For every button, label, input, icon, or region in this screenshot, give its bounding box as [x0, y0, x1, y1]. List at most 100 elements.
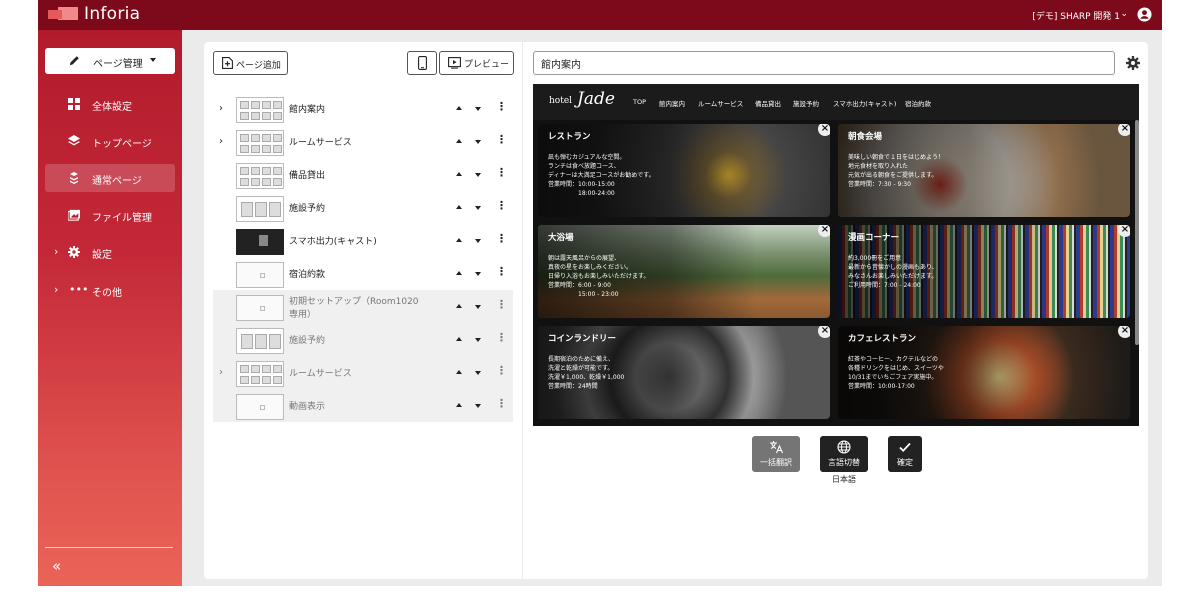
preview-nav-item: TOP	[633, 98, 647, 106]
move-down-icon[interactable]	[475, 338, 481, 342]
page-thumbnail	[236, 130, 284, 156]
more-vertical-icon[interactable]: ⋮	[496, 364, 507, 378]
card-description: 美味しい朝食で１日をはじめよう！ 地元食材を取り入れた 元気が出る朝食をご提供し…	[848, 154, 945, 188]
page-thumbnail	[236, 163, 284, 189]
language-switch-button[interactable]: 言語切替	[820, 436, 868, 472]
sidebar-item-label: 通常ページ	[92, 176, 142, 187]
move-down-icon[interactable]	[475, 371, 481, 375]
move-down-icon[interactable]	[475, 107, 481, 111]
page-name: 初期セットアップ（Room1020 専用）	[289, 297, 419, 320]
more-vertical-icon[interactable]: ⋮	[496, 133, 507, 147]
user-icon[interactable]	[1137, 7, 1152, 22]
move-down-icon[interactable]	[475, 140, 481, 144]
chevron-right-icon: ›	[54, 245, 59, 258]
list-item[interactable]: スマホ出力(キャスト) ⋮	[213, 224, 513, 257]
current-language: 日本語	[832, 475, 856, 484]
move-down-icon[interactable]	[475, 173, 481, 177]
add-page-button[interactable]: ページ追加	[213, 51, 288, 75]
card-description: 朝は露天風呂からの展望、 真夜の星をお楽しみください。 日帰り入浴もお楽しみいた…	[548, 255, 650, 298]
more-vertical-icon[interactable]: ⋮	[496, 331, 507, 345]
more-vertical-icon[interactable]: ⋮	[496, 100, 507, 114]
close-icon[interactable]: ×	[818, 225, 830, 237]
more-vertical-icon[interactable]: ⋮	[496, 199, 507, 213]
move-up-icon[interactable]	[456, 271, 462, 275]
card-description: 約3,000冊をご用意 最新から昔懐かしの漫画もあり、 みなさんお楽しみいただけ…	[848, 255, 938, 289]
preview-nav-item: 宿泊約款	[905, 100, 931, 108]
close-icon[interactable]: ×	[818, 124, 830, 136]
page-name: 宿泊約款	[289, 270, 326, 280]
sidebar-item-normal-page[interactable]: 通常ページ	[45, 164, 175, 192]
list-item[interactable]: 宿泊約款 ⋮	[213, 257, 513, 290]
more-vertical-icon[interactable]: ⋮	[496, 397, 507, 411]
gear-icon[interactable]	[1126, 56, 1140, 70]
expand-icon[interactable]: ›	[219, 367, 223, 378]
close-icon[interactable]: ×	[1118, 326, 1130, 338]
page-thumbnail	[236, 328, 284, 354]
preview-card: 朝食会場 美味しい朝食で１日をはじめよう！ 地元食材を取り入れた 元気が出る朝食…	[838, 124, 1130, 217]
globe-icon	[837, 440, 851, 454]
sidebar-item-top-page[interactable]: トップページ	[45, 127, 175, 155]
move-up-icon[interactable]	[456, 403, 462, 407]
more-vertical-icon[interactable]: ⋮	[496, 166, 507, 180]
page-manage-button[interactable]: ページ管理	[45, 48, 175, 74]
preview-nav-item: 備品貸出	[755, 100, 781, 108]
chevron-down-icon[interactable]: ⌄	[1120, 9, 1128, 19]
move-down-icon[interactable]	[475, 239, 481, 243]
main-content: ページ追加 プレビュー › 館内案内 ⋮ › ルームサービス ⋮ 備品貸出 ⋮ …	[204, 42, 1148, 579]
list-item[interactable]: › 館内案内 ⋮	[213, 92, 513, 125]
move-up-icon[interactable]	[456, 139, 462, 143]
expand-icon[interactable]: ›	[219, 103, 223, 114]
move-up-icon[interactable]	[456, 172, 462, 176]
page-name: 館内案内	[289, 105, 326, 115]
close-icon[interactable]: ×	[1118, 225, 1130, 237]
confirm-label: 確定	[897, 458, 913, 467]
sidebar-item-label: 設定	[92, 250, 112, 261]
close-icon[interactable]: ×	[818, 326, 830, 338]
sidebar-item-global-settings[interactable]: 全体設定	[45, 90, 175, 118]
app-title: Inforia	[84, 4, 141, 24]
logo-icon	[48, 7, 78, 21]
move-up-icon[interactable]	[456, 304, 462, 308]
sidebar-item-file-manage[interactable]: ファイル管理	[45, 201, 175, 229]
more-vertical-icon[interactable]: ⋮	[496, 265, 507, 279]
page-name: 動画表示	[289, 402, 326, 412]
sidebar-item-settings[interactable]: › 設定	[45, 238, 175, 266]
page-title-input[interactable]	[533, 51, 1115, 75]
translate-all-button[interactable]: 一括翻訳	[752, 436, 800, 472]
list-item[interactable]: › ルームサービス ⋮	[213, 356, 513, 389]
confirm-button[interactable]: 確定	[888, 436, 922, 472]
account-name[interactable]: [デモ] SHARP 開発 1	[1032, 9, 1120, 22]
list-item[interactable]: 施設予約 ⋮	[213, 323, 513, 356]
gear-icon	[68, 246, 80, 258]
sidebar-item-other[interactable]: › ••• その他	[45, 276, 175, 304]
preview-scrollbar[interactable]	[1135, 120, 1139, 345]
move-up-icon[interactable]	[456, 106, 462, 110]
move-down-icon[interactable]	[475, 305, 481, 309]
play-screen-icon	[448, 57, 461, 69]
list-item[interactable]: 初期セットアップ（Room1020 専用） ⋮	[213, 290, 513, 323]
more-vertical-icon[interactable]: ⋮	[496, 298, 507, 312]
list-item[interactable]: 施設予約 ⋮	[213, 191, 513, 224]
move-down-icon[interactable]	[475, 272, 481, 276]
preview-header: hotel Jade TOP 館内案内 ルームサービス 備品貸出 施設予約 スマ…	[533, 84, 1139, 120]
page-thumbnail	[236, 196, 284, 222]
move-up-icon[interactable]	[456, 370, 462, 374]
list-item[interactable]: 備品貸出 ⋮	[213, 158, 513, 191]
card-description: 紅茶やコーヒー、カクテルなどの 各種ドリンクをはじめ、スイーツや 10/31まで…	[848, 356, 944, 390]
move-down-icon[interactable]	[475, 404, 481, 408]
move-up-icon[interactable]	[456, 238, 462, 242]
list-item[interactable]: 動画表示 ⋮	[213, 389, 513, 422]
translate-icon	[770, 441, 783, 454]
collapse-sidebar-button[interactable]: «	[52, 557, 61, 575]
close-icon[interactable]: ×	[1118, 124, 1130, 136]
preview-button[interactable]: プレビュー	[439, 51, 514, 75]
list-item[interactable]: › ルームサービス ⋮	[213, 125, 513, 158]
move-up-icon[interactable]	[456, 205, 462, 209]
more-vertical-icon[interactable]: ⋮	[496, 232, 507, 246]
expand-icon[interactable]: ›	[219, 136, 223, 147]
page-thumbnail	[236, 394, 284, 420]
mobile-view-button[interactable]	[407, 51, 437, 75]
move-down-icon[interactable]	[475, 206, 481, 210]
move-up-icon[interactable]	[456, 337, 462, 341]
page-name: ルームサービス	[289, 138, 352, 148]
